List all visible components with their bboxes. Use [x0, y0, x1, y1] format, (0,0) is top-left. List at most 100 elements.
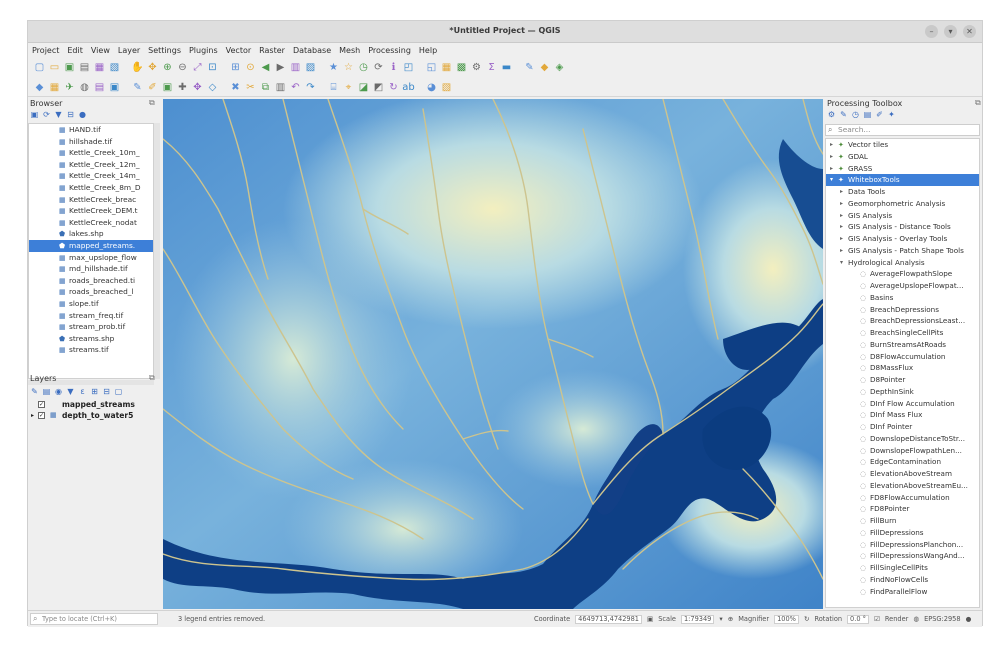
layers-tree[interactable]: ✓ mapped_streams ▸ ✓ ▦ depth_to_water5 [28, 399, 160, 608]
toolbox-algorithm[interactable]: ◌ BurnStreamsAtRoads [826, 339, 979, 351]
tips-icon[interactable]: ◆ [538, 61, 551, 74]
zoom-out-icon[interactable]: ⊖ [176, 61, 189, 74]
toolbox-group[interactable]: ▸ GIS Analysis - Distance Tools [826, 221, 979, 233]
measure-icon[interactable]: ▬ [500, 61, 513, 74]
render-checkbox[interactable]: ☑ [874, 615, 880, 624]
chevron-right-icon[interactable]: ▸ [840, 245, 843, 257]
toggle-editing-icon[interactable]: ✐ [146, 81, 159, 94]
menu-database[interactable]: Database [293, 46, 331, 55]
menu-raster[interactable]: Raster [259, 46, 285, 55]
chevron-down-icon[interactable]: ▾ [840, 257, 843, 269]
python-icon[interactable]: ◕ [425, 81, 438, 94]
paste-features-icon[interactable]: ▥ [274, 81, 287, 94]
toolbox-algorithm[interactable]: ◌ FillDepressionsPlanchon... [826, 539, 979, 551]
toolbox-algorithm[interactable]: ◌ ElevationAboveStream [826, 468, 979, 480]
redo-icon[interactable]: ↷ [304, 81, 317, 94]
browser-item[interactable]: ▦ KettleCreek_DEM.t [29, 205, 153, 217]
toolbox-algorithm[interactable]: ◌ DownslopeDistanceToStr... [826, 433, 979, 445]
map-canvas[interactable] [163, 99, 823, 609]
add-wms-icon[interactable]: ◍ [78, 81, 91, 94]
bookmark-icon[interactable]: ★ [327, 61, 340, 74]
expand-all-icon[interactable]: ⊞ [90, 387, 99, 396]
expression-filter-icon[interactable]: ε [78, 387, 87, 396]
toolbox-algorithm[interactable]: ◌ FD8FlowAccumulation [826, 492, 979, 504]
browser-item[interactable]: ▦ roads_breached.ti [29, 275, 153, 287]
menu-help[interactable]: Help [419, 46, 437, 55]
toolbox-algorithm[interactable]: ◌ D8Pointer [826, 374, 979, 386]
toolbox-algorithm[interactable]: ◌ DInf Pointer [826, 421, 979, 433]
chevron-down-icon[interactable]: ▾ [830, 174, 833, 186]
toolbox-algorithm[interactable]: ◌ AverageFlowpathSlope [826, 268, 979, 280]
visibility-icon[interactable]: ◉ [54, 387, 63, 396]
temporal-controller-icon[interactable]: ◷ [357, 61, 370, 74]
chevron-right-icon[interactable]: ▸ [840, 210, 843, 222]
toolbox-group[interactable]: ▸ GIS Analysis - Patch Shape Tools [826, 245, 979, 257]
locator-search-input[interactable]: ⌕ Type to locate (Ctrl+K) [30, 613, 158, 625]
zoom-in-icon[interactable]: ⊕ [161, 61, 174, 74]
open-project-icon[interactable]: ▭ [48, 61, 61, 74]
rotate-label-icon[interactable]: ↻ [387, 81, 400, 94]
add-vector-icon[interactable]: ◆ [33, 81, 46, 94]
toolbox-algorithm[interactable]: ◌ DInf Mass Flux [826, 409, 979, 421]
field-calculator-icon[interactable]: ▩ [455, 61, 468, 74]
new-project-icon[interactable]: ▢ [33, 61, 46, 74]
toolbox-group[interactable]: ▾ ✦ WhiteboxTools [826, 174, 979, 186]
browser-item[interactable]: ⬟ streams.shp [29, 333, 153, 345]
annotation-icon[interactable]: ✎ [523, 61, 536, 74]
zoom-native-icon[interactable]: ⊙ [244, 61, 257, 74]
chevron-right-icon[interactable]: ▸ [830, 139, 833, 151]
toolbox-algorithm[interactable]: ◌ DepthInSink [826, 386, 979, 398]
options-icon[interactable]: ✦ [887, 110, 896, 119]
edit-features-icon[interactable]: ✐ [875, 110, 884, 119]
refresh-icon[interactable]: ⟳ [42, 110, 51, 119]
toolbox-group[interactable]: ▸ Data Tools [826, 186, 979, 198]
toolbox-algorithm[interactable]: ◌ FillDepressionsWangAnd... [826, 550, 979, 562]
toolbox-tree[interactable]: ▸ ✦ Vector tiles ▸ ✦ GDAL ▸ ✦ GRASS ▾ ✦ WhiteboxToo… [825, 138, 980, 608]
browser-item[interactable]: ▦ Kettle_Creek_14m_ [29, 170, 153, 182]
style-icon[interactable]: ✎ [30, 387, 39, 396]
toolbox-algorithm[interactable]: ◌ DInf Flow Accumulation [826, 398, 979, 410]
layer-visibility-checkbox[interactable]: ✓ [38, 412, 45, 419]
close-button[interactable]: ✕ [963, 25, 976, 38]
crs-button[interactable]: EPSG:2958 [924, 615, 960, 624]
menu-project[interactable]: Project [32, 46, 59, 55]
menu-processing[interactable]: Processing [368, 46, 411, 55]
chevron-right-icon[interactable]: ▸ [840, 233, 843, 245]
rotation-field[interactable]: 0.0 ° [847, 615, 869, 624]
new-map-view-icon[interactable]: ▥ [289, 61, 302, 74]
toolbox-group[interactable]: ▸ GIS Analysis - Overlay Tools [826, 233, 979, 245]
chevron-right-icon[interactable]: ▸ [840, 198, 843, 210]
menu-mesh[interactable]: Mesh [339, 46, 360, 55]
browser-item[interactable]: ▦ HAND.tif [29, 124, 153, 136]
toolbox-group[interactable]: ▸ ✦ Vector tiles [826, 139, 979, 151]
chevron-right-icon[interactable]: ▸ [830, 151, 833, 163]
change-label-icon[interactable]: ab [402, 81, 415, 94]
info-icon[interactable]: ● [78, 110, 87, 119]
menu-settings[interactable]: Settings [148, 46, 181, 55]
menu-edit[interactable]: Edit [67, 46, 83, 55]
toolbox-algorithm[interactable]: ◌ FindParallelFlow [826, 586, 979, 598]
toolbox-algorithm[interactable]: ◌ FindNoFlowCells [826, 574, 979, 586]
collapse-all-icon[interactable]: ⊟ [66, 110, 75, 119]
zoom-selection-icon[interactable]: ⊡ [206, 61, 219, 74]
browser-item[interactable]: ▦ Kettle_Creek_12m_ [29, 159, 153, 171]
zoom-last-icon[interactable]: ◀ [259, 61, 272, 74]
menu-vector[interactable]: Vector [226, 46, 252, 55]
toolbox-algorithm[interactable]: ◌ BreachDepressionsLeast... [826, 315, 979, 327]
toolbox-algorithm[interactable]: ◌ BreachSingleCellPits [826, 327, 979, 339]
toolbox-algorithm[interactable]: ◌ FD8Pointer [826, 503, 979, 515]
models-icon[interactable]: ⚙ [827, 110, 836, 119]
move-feature-icon[interactable]: ✥ [191, 81, 204, 94]
expand-arrow-icon[interactable]: ▸ [31, 410, 34, 421]
coordinate-field[interactable]: 4649713,4742981 [575, 615, 642, 624]
cut-features-icon[interactable]: ✂ [244, 81, 257, 94]
browser-item[interactable]: ▦ Kettle_Creek_8m_D [29, 182, 153, 194]
messages-icon[interactable]: ● [966, 615, 972, 624]
toolbox-group[interactable]: ▸ Geomorphometric Analysis [826, 198, 979, 210]
save-edits-icon[interactable]: ▣ [161, 81, 174, 94]
copy-features-icon[interactable]: ⧉ [259, 81, 272, 94]
toolbox-algorithm[interactable]: ◌ AverageUpslopeFlowpat... [826, 280, 979, 292]
save-project-icon[interactable]: ▣ [63, 61, 76, 74]
toolbox-close-icon[interactable]: ⧉ [975, 98, 981, 108]
select-icon[interactable]: ◰ [402, 61, 415, 74]
